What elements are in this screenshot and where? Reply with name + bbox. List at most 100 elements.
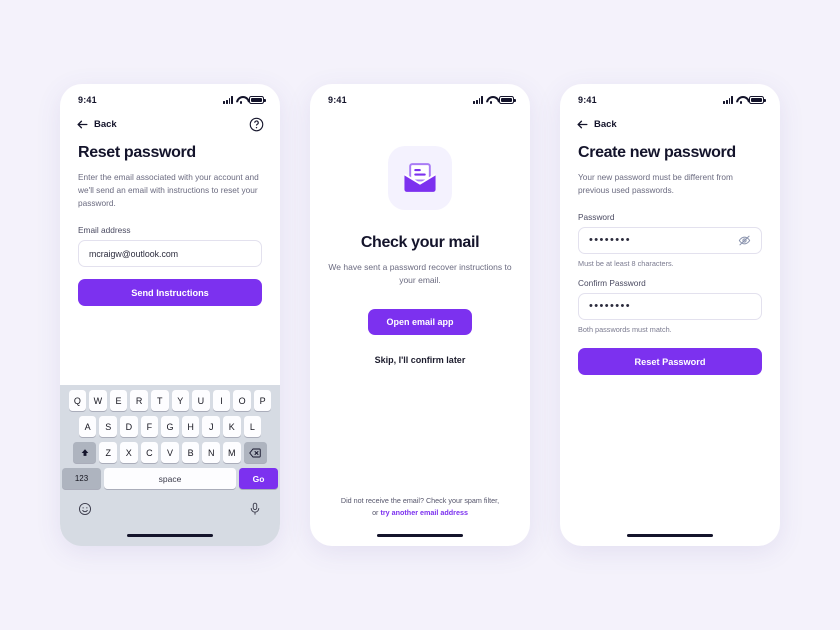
open-email-app-button[interactable]: Open email app <box>368 309 472 336</box>
key[interactable]: X <box>120 442 138 463</box>
key[interactable]: V <box>161 442 179 463</box>
home-indicator-area <box>62 524 278 546</box>
status-bar: 9:41 <box>60 84 280 110</box>
key[interactable]: S <box>99 416 118 437</box>
key[interactable]: L <box>243 416 262 437</box>
space-key[interactable]: space <box>104 468 236 489</box>
go-key[interactable]: Go <box>239 468 278 489</box>
status-time: 9:41 <box>578 95 597 105</box>
emoji-smiley-icon[interactable] <box>78 502 92 516</box>
key[interactable]: D <box>120 416 138 437</box>
key[interactable]: N <box>202 442 220 463</box>
screen-content: Reset password Enter the email associate… <box>60 138 280 385</box>
page-subtitle: We have sent a password recover instruct… <box>328 262 512 286</box>
status-bar: 9:41 <box>560 84 780 110</box>
status-bar: 9:41 <box>310 84 530 110</box>
back-label: Back <box>94 118 117 130</box>
key[interactable]: G <box>161 416 179 437</box>
try-another-email-link[interactable]: try another email address <box>380 508 467 517</box>
confirm-password-hint: Both passwords must match. <box>578 325 672 335</box>
key[interactable]: K <box>222 416 241 437</box>
key[interactable]: C <box>140 442 159 463</box>
password-hint: Must be at least 8 characters. <box>578 259 674 269</box>
numeric-key[interactable]: 123 <box>62 468 101 489</box>
page-title: Reset password <box>78 144 196 161</box>
signal-bars-icon <box>723 96 733 104</box>
help-circle-icon[interactable] <box>249 117 264 132</box>
wifi-icon <box>486 96 496 104</box>
signal-bars-icon <box>473 96 483 104</box>
password-field-label: Password <box>578 212 615 223</box>
status-icons <box>473 96 516 104</box>
battery-icon <box>749 96 766 104</box>
confirm-password-input[interactable]: •••••••• <box>578 293 762 321</box>
open-envelope-mail-icon <box>403 163 437 192</box>
skip-confirm-later-link[interactable]: Skip, I'll confirm later <box>375 355 466 365</box>
footnote: Did not receive the email? Check your sp… <box>328 495 512 524</box>
home-indicator <box>627 533 713 537</box>
home-indicator <box>127 533 213 537</box>
eye-off-icon[interactable] <box>738 234 751 247</box>
backspace-key[interactable] <box>243 442 267 463</box>
screens-stage: 9:41 Back Reset password Enter the email… <box>0 0 840 630</box>
back-button[interactable]: Back <box>76 118 117 131</box>
key[interactable]: Y <box>171 390 190 411</box>
onscreen-keyboard: Q W E R T Y U I O P A S D F G H J K L Z … <box>60 385 280 546</box>
shift-up-icon <box>81 448 89 456</box>
status-time: 9:41 <box>78 95 97 105</box>
status-icons <box>723 96 766 104</box>
key[interactable]: T <box>150 390 169 411</box>
shift-key[interactable] <box>73 442 97 463</box>
signal-bars-icon <box>223 96 233 104</box>
key[interactable]: H <box>181 416 200 437</box>
key[interactable]: I <box>212 390 231 411</box>
keyboard-row-3: Z X C V B N M <box>62 442 278 463</box>
wifi-icon <box>236 96 246 104</box>
footnote-text: Did not receive the email? Check your sp… <box>340 495 500 505</box>
email-field-label: Email address <box>78 225 131 236</box>
key[interactable]: W <box>89 390 107 411</box>
arrow-left-icon <box>577 120 588 128</box>
keyboard-bottom-bar <box>62 494 278 524</box>
back-label: Back <box>594 118 617 130</box>
page-title: Create new password <box>578 144 736 161</box>
battery-icon <box>249 96 266 104</box>
key[interactable]: J <box>202 416 220 437</box>
email-input-value: mcraigw@outlook.com <box>89 248 179 259</box>
key[interactable]: A <box>78 416 97 437</box>
password-input[interactable]: •••••••• <box>578 227 762 255</box>
back-button[interactable]: Back <box>576 118 617 131</box>
phone-screen-check-your-mail: 9:41 Check your mail We have sent a pass… <box>310 84 530 546</box>
home-indicator-area <box>310 524 530 546</box>
send-instructions-button[interactable]: Send Instructions <box>78 279 262 307</box>
key[interactable]: M <box>222 442 241 463</box>
key[interactable]: Z <box>99 442 118 463</box>
key[interactable]: R <box>130 390 148 411</box>
key[interactable]: U <box>192 390 210 411</box>
email-input[interactable]: mcraigw@outlook.com <box>78 240 262 268</box>
phone-screen-reset-password: 9:41 Back Reset password Enter the email… <box>60 84 280 546</box>
confirm-password-field-label: Confirm Password <box>578 278 646 289</box>
keyboard-row-1: Q W E R T Y U I O P <box>62 390 278 411</box>
home-indicator-area <box>560 524 780 546</box>
key[interactable]: E <box>109 390 128 411</box>
key[interactable]: F <box>140 416 159 437</box>
keyboard-row-4: 123 space Go <box>62 468 278 489</box>
screen-content: Check your mail We have sent a password … <box>310 110 530 524</box>
mail-illustration-block: Check your mail We have sent a password … <box>328 116 512 365</box>
key[interactable]: Q <box>68 390 87 411</box>
wifi-icon <box>736 96 746 104</box>
page-title: Check your mail <box>360 234 480 251</box>
key[interactable]: P <box>253 390 272 411</box>
screen-content: Create new password Your new password mu… <box>560 138 780 524</box>
arrow-left-icon <box>77 120 88 128</box>
status-icons <box>223 96 266 104</box>
backspace-icon <box>249 448 261 457</box>
microphone-icon[interactable] <box>248 502 262 516</box>
reset-password-button[interactable]: Reset Password <box>578 348 762 376</box>
page-subtitle: Enter the email associated with your acc… <box>78 172 259 209</box>
home-indicator <box>377 533 463 537</box>
key[interactable]: O <box>233 390 251 411</box>
key[interactable]: B <box>181 442 200 463</box>
